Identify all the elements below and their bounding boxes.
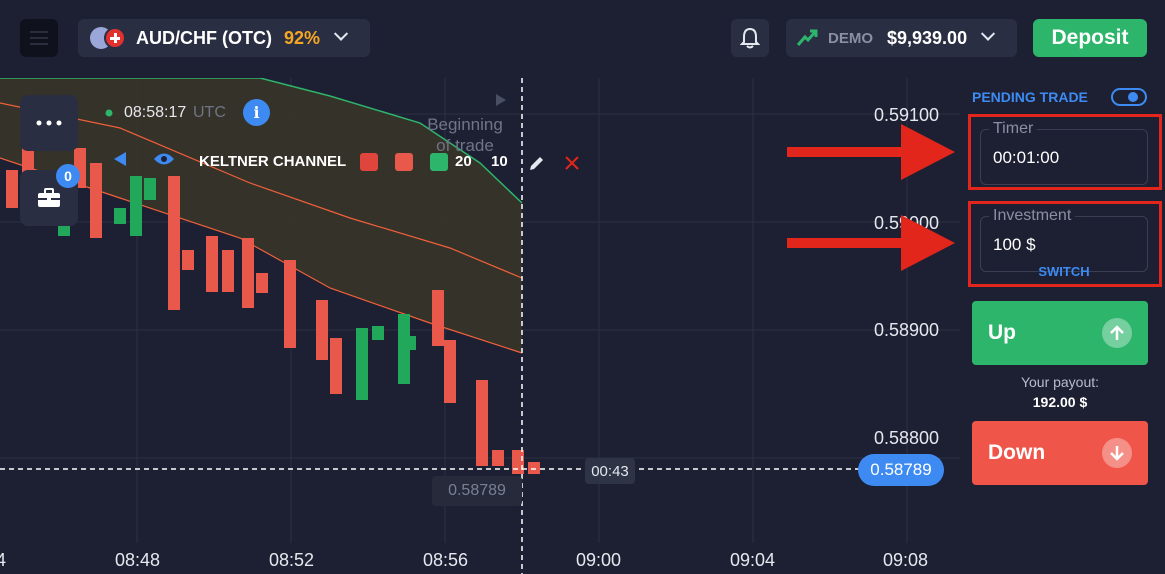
candle-bear	[6, 170, 18, 208]
candle-bear	[182, 250, 194, 270]
triangle-left-icon[interactable]	[114, 152, 126, 166]
x-tick-label: 08:52	[269, 550, 315, 570]
x-tick-label: 09:04	[730, 550, 776, 570]
asset-selector[interactable]: AUD/CHF (OTC) 92%	[78, 19, 370, 57]
down-button[interactable]: Down	[972, 421, 1148, 485]
candle-bear	[222, 250, 234, 292]
more-button[interactable]	[20, 95, 78, 151]
timezone-label: UTC	[193, 104, 226, 121]
candle-bear	[316, 300, 328, 360]
chevron-down-icon	[333, 26, 349, 41]
candle-bull	[114, 208, 126, 224]
candle-bull	[372, 326, 384, 340]
investment-field[interactable]: Investment 100 $ SWITCH	[980, 207, 1148, 279]
top-bar: AUD/CHF (OTC) 92% DEMO $9,939.00 Deposit	[0, 0, 1165, 78]
trade-panel: PENDING TRADE Timer 00:01:00 Investment …	[960, 78, 1165, 574]
indicator-multiplier: 10	[491, 153, 508, 170]
account-type: DEMO	[828, 29, 873, 47]
switch-link[interactable]: SWITCH	[981, 264, 1147, 279]
beginning-of-trade-label: Beginning of trade	[427, 115, 503, 155]
arrow-trend-icon	[796, 29, 818, 46]
candle-bear	[492, 450, 504, 466]
close-icon[interactable]	[565, 156, 579, 170]
candle-bear	[512, 450, 524, 474]
up-button[interactable]: Up	[972, 301, 1148, 365]
annotation-arrow-timer	[787, 124, 955, 180]
server-time: 08:58:17	[124, 104, 187, 121]
chf-flag-icon	[104, 27, 126, 49]
account-selector[interactable]: DEMO $9,939.00	[786, 19, 1017, 57]
candle-bear	[242, 238, 254, 308]
bell-icon	[740, 27, 760, 49]
y-tick-label: 0.58900	[874, 320, 940, 340]
chevron-down-icon	[981, 26, 996, 41]
investment-label: Investment	[989, 207, 1076, 225]
indicator-period: 20	[455, 153, 472, 170]
candle-bear	[168, 176, 180, 310]
more-dots-icon	[36, 120, 62, 126]
timer-field[interactable]: Timer 00:01:00	[980, 120, 1148, 185]
ghost-price-label: 0.58789	[432, 476, 522, 506]
candle-bear	[206, 236, 218, 292]
x-tick-label: 09:08	[883, 550, 929, 570]
deposit-button[interactable]: Deposit	[1033, 19, 1147, 57]
briefcase-icon	[38, 188, 60, 207]
up-label: Up	[988, 321, 1016, 344]
down-label: Down	[988, 441, 1046, 464]
candle-bull	[130, 176, 142, 236]
x-tick-label: 4	[0, 550, 7, 570]
live-dot-icon	[105, 109, 113, 117]
balance: $9,939.00	[887, 27, 968, 48]
candle-bear	[330, 338, 342, 394]
pending-trade-toggle[interactable]	[1111, 88, 1147, 106]
pending-trade-label: PENDING TRADE	[972, 89, 1088, 105]
asset-payout-percent: 92%	[283, 27, 321, 48]
y-tick-label: 0.58800	[874, 428, 940, 448]
candle-bull	[356, 328, 368, 400]
info-icon[interactable]: i	[243, 99, 270, 126]
eye-icon[interactable]	[153, 152, 175, 166]
candle-bear	[476, 380, 488, 466]
asset-name: AUD/CHF (OTC)	[136, 27, 272, 48]
arrow-down-icon	[1102, 438, 1132, 468]
candle-bear	[284, 260, 296, 348]
investment-value: 100 $	[993, 235, 1036, 254]
candle-bull	[404, 336, 416, 350]
candle-bear	[444, 340, 456, 403]
payout-value: 192.00 $	[1032, 394, 1088, 410]
x-tick-label: 08:48	[115, 550, 161, 570]
candle-bear	[528, 462, 540, 474]
notifications-button[interactable]	[731, 19, 769, 57]
indicator-color-swatch[interactable]	[430, 153, 448, 171]
candle-bear	[256, 273, 268, 293]
annotation-arrow-investment	[787, 215, 955, 271]
candle-bear	[90, 163, 102, 238]
countdown-label: 00:43	[585, 458, 635, 484]
indicator-name: KELTNER CHANNEL	[199, 153, 347, 170]
open-trades-badge: 0	[56, 164, 80, 188]
current-price-label: 0.58789	[858, 454, 944, 486]
payout-label: Your payout:	[1020, 374, 1100, 390]
candle-bull	[144, 178, 156, 200]
x-tick-label: 09:00	[576, 550, 622, 570]
hamburger-icon	[30, 31, 48, 33]
pencil-icon[interactable]	[528, 154, 546, 172]
menu-button[interactable]	[20, 19, 58, 57]
indicator-color-swatch[interactable]	[395, 153, 413, 171]
arrow-up-icon	[1102, 318, 1132, 348]
indicator-color-swatch[interactable]	[360, 153, 378, 171]
candle-bear	[432, 290, 444, 346]
play-triangle-icon	[496, 94, 506, 106]
x-tick-label: 08:56	[423, 550, 469, 570]
timer-value: 00:01:00	[993, 148, 1060, 167]
timer-label: Timer	[989, 120, 1038, 138]
